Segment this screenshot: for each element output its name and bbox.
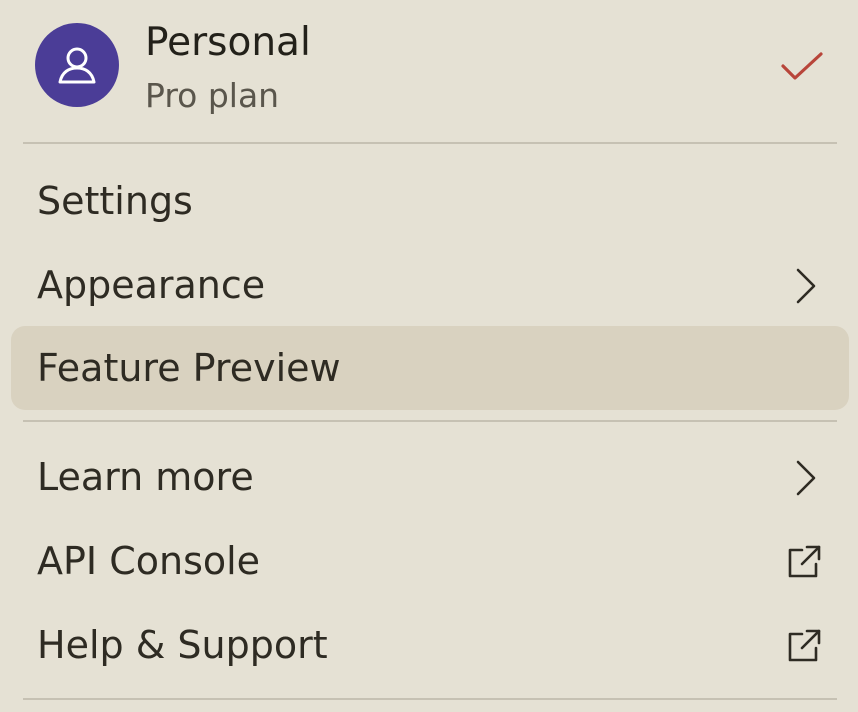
account-switcher-row[interactable]: Personal Pro plan	[0, 0, 858, 142]
external-link-icon	[785, 543, 823, 581]
menu-item-appearance[interactable]: Appearance	[11, 243, 849, 327]
account-name: Personal	[145, 20, 311, 65]
menu-item-learn-more[interactable]: Learn more	[11, 435, 849, 519]
external-link-icon	[785, 627, 823, 665]
account-plan: Pro plan	[145, 76, 280, 115]
menu-item-help-support[interactable]: Help & Support	[11, 603, 849, 687]
menu-item-label: Settings	[37, 179, 193, 223]
menu-item-label: Learn more	[37, 455, 254, 499]
checkmark-icon	[780, 50, 824, 84]
avatar	[35, 23, 119, 107]
account-menu: Personal Pro plan Settings Appearance Fe…	[0, 0, 858, 712]
user-icon	[55, 43, 99, 87]
chevron-right-icon	[785, 459, 823, 497]
menu-divider	[23, 698, 837, 700]
menu-divider	[23, 420, 837, 422]
menu-item-label: Feature Preview	[37, 346, 341, 390]
menu-item-label: Help & Support	[37, 623, 328, 667]
menu-item-feature-preview[interactable]: Feature Preview	[11, 326, 849, 410]
chevron-right-icon	[785, 267, 823, 305]
menu-divider	[23, 142, 837, 144]
menu-item-label: Appearance	[37, 263, 266, 307]
menu-item-label: API Console	[37, 539, 261, 583]
menu-item-settings[interactable]: Settings	[11, 159, 849, 243]
menu-item-api-console[interactable]: API Console	[11, 519, 849, 603]
